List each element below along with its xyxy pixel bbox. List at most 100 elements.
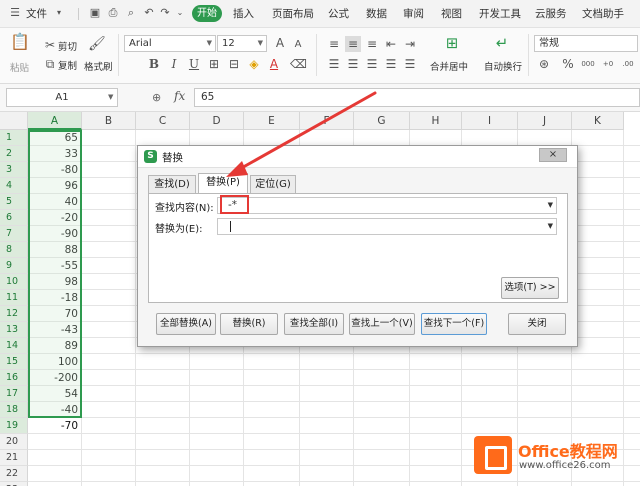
copy-icon[interactable]: ⧉ xyxy=(42,56,58,72)
column-header-a[interactable]: A xyxy=(28,112,82,130)
thousands-button[interactable]: 000 xyxy=(580,56,596,72)
zoom-search-icon[interactable]: ⊕ xyxy=(152,91,161,104)
replace-all-button[interactable]: 全部替换(A) xyxy=(156,313,216,335)
print-icon[interactable]: ⎙ xyxy=(106,6,120,20)
row-header[interactable]: 3 xyxy=(0,162,28,178)
row-header[interactable]: 11 xyxy=(0,290,28,306)
column-header-c[interactable]: C xyxy=(136,112,190,130)
row-header[interactable]: 2 xyxy=(0,146,28,162)
chevron-down-icon[interactable]: ▼ xyxy=(548,198,553,213)
merge-cell-icon[interactable]: ⊟ xyxy=(226,56,242,72)
align-bottom-icon[interactable]: ≡ xyxy=(364,36,380,52)
row-header[interactable]: 23 xyxy=(0,482,28,486)
row-header[interactable]: 16 xyxy=(0,370,28,386)
column-header-e[interactable]: E xyxy=(244,112,300,130)
preview-icon[interactable]: ⌕ xyxy=(124,6,138,20)
undo-icon[interactable]: ↶ xyxy=(142,6,156,20)
indent-left-icon[interactable]: ⇤ xyxy=(383,36,399,52)
row-header[interactable]: 15 xyxy=(0,354,28,370)
increase-decimal-button[interactable]: +0 xyxy=(600,56,616,72)
close-button[interactable]: 关闭 xyxy=(508,313,566,335)
format-painter-button[interactable]: 格式刷 xyxy=(84,59,113,73)
align-center-icon[interactable]: ☰ xyxy=(345,56,361,72)
row-header[interactable]: 7 xyxy=(0,226,28,242)
tab-cloud[interactable]: 云服务 xyxy=(535,6,567,21)
column-header-j[interactable]: J xyxy=(518,112,572,130)
tab-insert[interactable]: 插入 xyxy=(233,6,254,21)
row-header[interactable]: 19 xyxy=(0,418,28,434)
tab-find[interactable]: 查找(D) xyxy=(148,175,196,193)
distributed-icon[interactable]: ☰ xyxy=(402,56,418,72)
paste-label[interactable]: 粘贴 xyxy=(10,60,29,74)
fill-color-icon[interactable]: ◈ xyxy=(246,56,262,72)
row-header[interactable]: 1 xyxy=(0,130,28,146)
row-header[interactable]: 14 xyxy=(0,338,28,354)
underline-button[interactable]: U xyxy=(186,56,202,72)
merge-center-icon[interactable]: ⊞ xyxy=(444,35,460,51)
column-header-d[interactable]: D xyxy=(190,112,244,130)
row-header[interactable]: 5 xyxy=(0,194,28,210)
chevron-down-icon[interactable]: ▼ xyxy=(108,93,113,101)
row-header[interactable]: 12 xyxy=(0,306,28,322)
tab-goto[interactable]: 定位(G) xyxy=(250,175,296,193)
font-name-select[interactable]: Arial ▼ xyxy=(124,35,216,52)
scissors-icon[interactable]: ✂ xyxy=(42,37,58,53)
decrease-decimal-button[interactable]: .00 xyxy=(620,56,636,72)
formula-input[interactable]: 65 xyxy=(194,88,640,107)
tab-review[interactable]: 审阅 xyxy=(403,6,424,21)
row-header[interactable]: 18 xyxy=(0,402,28,418)
align-top-icon[interactable]: ≡ xyxy=(326,36,342,52)
tab-developer[interactable]: 开发工具 xyxy=(479,6,521,21)
cell-a19[interactable]: -70 xyxy=(29,418,81,434)
column-header-f[interactable]: F xyxy=(300,112,354,130)
number-format-select[interactable]: 常规 xyxy=(534,35,638,52)
row-header[interactable]: 22 xyxy=(0,466,28,482)
cut-button[interactable]: 剪切 xyxy=(58,39,77,53)
find-input[interactable]: -* ▼ xyxy=(217,197,557,214)
format-painter-icon[interactable]: 🖌 xyxy=(88,36,104,52)
row-header[interactable]: 9 xyxy=(0,258,28,274)
row-header[interactable]: 8 xyxy=(0,242,28,258)
close-icon[interactable]: × xyxy=(539,148,567,162)
row-header[interactable]: 10 xyxy=(0,274,28,290)
chevron-down-icon[interactable]: ▼ xyxy=(548,219,553,234)
justify-icon[interactable]: ☰ xyxy=(383,56,399,72)
shrink-font-icon[interactable]: A xyxy=(290,37,306,53)
bold-button[interactable]: B xyxy=(146,56,162,72)
quick-access-dropdown-icon[interactable]: ⌄ xyxy=(173,6,187,20)
column-header-i[interactable]: I xyxy=(462,112,518,130)
select-all-corner[interactable] xyxy=(0,112,28,130)
chevron-down-icon[interactable]: ▾ xyxy=(52,6,66,20)
row-header[interactable]: 4 xyxy=(0,178,28,194)
row-header[interactable]: 13 xyxy=(0,322,28,338)
tab-doc-assistant[interactable]: 文档助手 xyxy=(582,6,624,21)
merge-center-button[interactable]: 合并居中 xyxy=(430,59,468,73)
wrap-text-icon[interactable]: ↵ xyxy=(494,35,510,51)
save-icon[interactable]: ▣ xyxy=(88,6,102,20)
row-header[interactable]: 21 xyxy=(0,450,28,466)
tab-view[interactable]: 视图 xyxy=(441,6,462,21)
column-header-g[interactable]: G xyxy=(354,112,410,130)
currency-icon[interactable]: ⊛ xyxy=(536,56,552,72)
eraser-icon[interactable]: ⌫ xyxy=(290,56,306,72)
find-all-button[interactable]: 查找全部(I) xyxy=(284,313,344,335)
row-header[interactable]: 17 xyxy=(0,386,28,402)
tab-data[interactable]: 数据 xyxy=(366,6,387,21)
align-left-icon[interactable]: ☰ xyxy=(326,56,342,72)
copy-button[interactable]: 复制 xyxy=(58,58,77,72)
font-color-icon[interactable]: A xyxy=(266,56,282,72)
italic-button[interactable]: I xyxy=(166,56,182,72)
options-button[interactable]: 选项(T) >> xyxy=(501,277,559,299)
menu-file[interactable]: 文件 xyxy=(26,6,47,21)
align-right-icon[interactable]: ☰ xyxy=(364,56,380,72)
find-next-button[interactable]: 查找下一个(F) xyxy=(421,313,487,335)
replace-button[interactable]: 替换(R) xyxy=(220,313,278,335)
paste-icon[interactable]: 📋 xyxy=(10,34,30,54)
tab-replace[interactable]: 替换(P) xyxy=(198,173,248,194)
grow-font-icon[interactable]: A xyxy=(272,35,288,51)
replace-input[interactable]: ▼ xyxy=(217,218,557,235)
redo-icon[interactable]: ↷ xyxy=(158,6,172,20)
border-icon[interactable]: ⊞ xyxy=(206,56,222,72)
column-header-b[interactable]: B xyxy=(82,112,136,130)
dialog-title-bar[interactable]: S 替换 × xyxy=(138,146,577,168)
